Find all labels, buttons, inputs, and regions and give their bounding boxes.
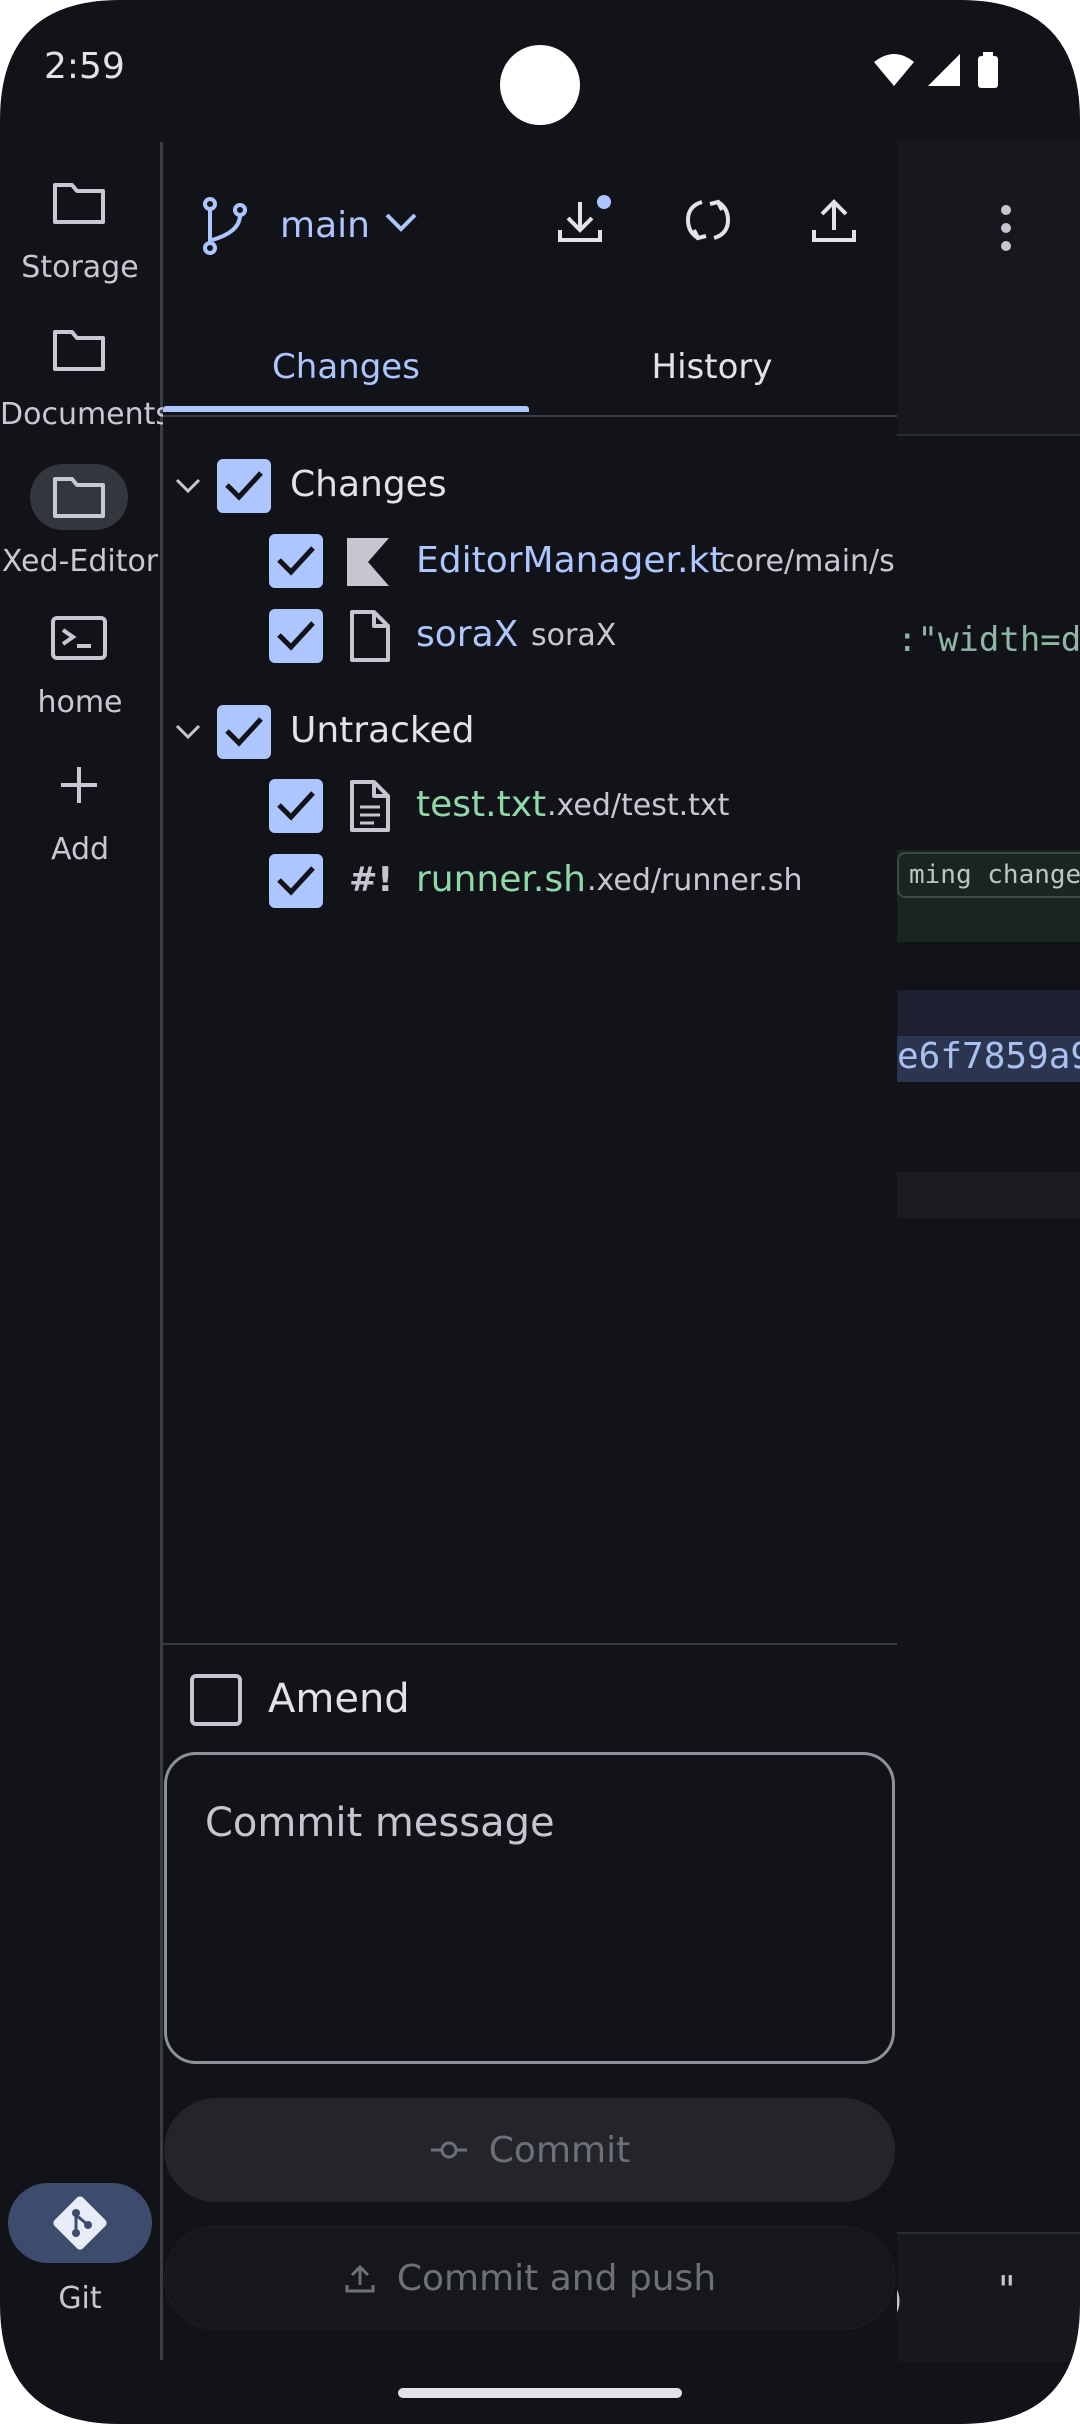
shell-icon: #! — [349, 860, 393, 900]
chevron-down-icon[interactable] — [173, 476, 203, 496]
signal-icon — [928, 54, 960, 86]
file-checkbox[interactable] — [269, 609, 323, 663]
rail-item-storage[interactable]: Storage — [0, 170, 160, 290]
screen-corner — [0, 2304, 120, 2424]
file-path: core/main/src/main/java/com/rk/xededitor — [719, 544, 897, 579]
rail-item-label: Xed-Editor — [1, 544, 159, 579]
file-name[interactable]: EditorManager.kt — [416, 540, 723, 581]
folder-icon — [30, 464, 128, 530]
tab-divider — [163, 415, 897, 417]
commit-message-placeholder: Commit message — [205, 1800, 555, 1846]
commit-divider — [163, 1643, 897, 1645]
file-checkbox[interactable] — [269, 854, 323, 908]
tab-changes[interactable]: Changes — [163, 322, 529, 412]
file-path: soraX — [531, 618, 617, 653]
commit-and-push-button[interactable]: Commit and push — [164, 2226, 895, 2330]
amend-label[interactable]: Amend — [268, 1676, 410, 1722]
sync-icon[interactable] — [678, 190, 738, 250]
git-icon — [8, 2183, 152, 2263]
rail-item-home[interactable]: home — [0, 605, 160, 725]
rail-item-label: Documents — [0, 397, 172, 432]
rail-item-add[interactable]: Add — [0, 752, 160, 872]
group-checkbox[interactable] — [217, 459, 271, 513]
changes-list: Changes EditorManager.kt core/main/src/m… — [163, 420, 897, 940]
editor-inline-chip: ming change — [897, 852, 1080, 898]
screen-corner — [0, 0, 120, 120]
status-bar: 2:59 — [0, 0, 1080, 140]
file-path: .xed/runner.sh — [587, 863, 803, 898]
chevron-down-icon[interactable] — [384, 212, 418, 234]
pull-icon[interactable] — [552, 190, 612, 250]
branch-name[interactable]: main — [280, 205, 370, 246]
editor-background — [897, 140, 1080, 2424]
file-name[interactable]: runner.sh — [416, 859, 586, 900]
chevron-down-icon[interactable] — [173, 722, 203, 742]
rail-item-git[interactable]: Git — [0, 2183, 160, 2316]
camera-cutout — [500, 45, 580, 125]
commit-and-push-label: Commit and push — [396, 2257, 717, 2299]
text-file-icon — [348, 779, 398, 835]
tab-indicator — [163, 406, 529, 412]
group-label: Changes — [290, 464, 447, 505]
screen-corner — [960, 2304, 1080, 2424]
file-checkbox[interactable] — [269, 779, 323, 833]
group-checkbox[interactable] — [217, 705, 271, 759]
terminal-icon — [30, 605, 128, 671]
commit-icon — [429, 2138, 469, 2162]
rail-item-label: home — [37, 685, 123, 720]
commit-message-field[interactable] — [164, 1752, 895, 2064]
editor-line-band — [897, 1172, 1080, 1218]
folder-icon — [30, 317, 128, 383]
push-icon[interactable] — [804, 190, 864, 250]
kotlin-icon — [343, 534, 393, 590]
editor-hash-text: e6f7859a9 — [897, 1036, 1080, 1082]
rail-item-label: Storage — [21, 250, 139, 285]
file-path: .xed/test.txt — [547, 788, 730, 823]
rail-item-xed-editor[interactable]: Xed-Editor — [0, 458, 160, 588]
wifi-icon — [874, 54, 914, 86]
group-label: Untracked — [290, 710, 475, 751]
home-indicator[interactable] — [398, 2388, 682, 2398]
more-vert-icon[interactable] — [988, 200, 1024, 256]
commit-button[interactable]: Commit — [164, 2098, 895, 2202]
editor-code-line: :"width=d — [897, 620, 1080, 660]
folder-icon — [30, 170, 128, 236]
amend-checkbox[interactable] — [190, 1674, 242, 1726]
file-name[interactable]: soraX — [416, 614, 518, 655]
file-checkbox[interactable] — [269, 534, 323, 588]
rail-item-label: Add — [50, 832, 110, 867]
upload-icon — [343, 2261, 377, 2295]
screen-corner — [960, 0, 1080, 120]
commit-button-label: Commit — [488, 2129, 631, 2171]
file-icon — [348, 609, 398, 665]
tab-history[interactable]: History — [529, 322, 895, 412]
plus-icon — [30, 752, 128, 818]
rail-item-documents[interactable]: Documents — [0, 317, 172, 437]
editor-toolbar — [897, 140, 1080, 436]
branch-icon[interactable] — [198, 196, 254, 256]
file-name[interactable]: test.txt — [416, 784, 546, 825]
